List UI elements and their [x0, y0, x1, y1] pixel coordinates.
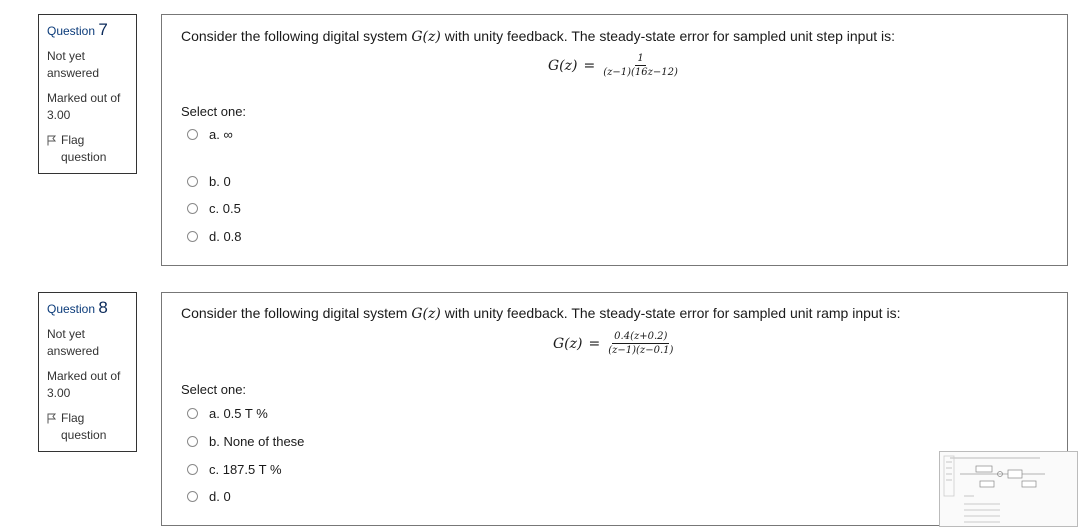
numerator: 1	[635, 53, 646, 66]
question-mark: Marked out of 3.00	[47, 91, 121, 122]
radio-button[interactable]	[187, 408, 198, 419]
select-one-label: Select one:	[181, 382, 247, 397]
question-7-content: Consider the following digital system G(…	[161, 14, 1068, 266]
radio-button[interactable]	[187, 231, 198, 242]
math-symbol: G(z)	[411, 306, 441, 322]
option-label: a. ∞	[209, 127, 233, 142]
option-c[interactable]: c. 0.5	[187, 201, 241, 216]
flag-question-label: Flag question	[61, 411, 107, 442]
option-a[interactable]: a. ∞	[187, 127, 233, 142]
question-status: Not yet answered	[47, 327, 100, 358]
question-8-info: Question 8 Not yet answered Marked out o…	[38, 292, 137, 452]
math-symbol: G(z)	[411, 29, 441, 45]
flag-question-link[interactable]: Flag question	[47, 410, 128, 444]
denominator: (z−1)(z−0.1)	[608, 345, 674, 356]
option-label: c. 0.5	[209, 201, 241, 216]
option-label: b. 0	[209, 174, 231, 189]
question-7-info: Question 7 Not yet answered Marked out o…	[38, 14, 137, 174]
option-a[interactable]: a. 0.5 T %	[187, 406, 268, 421]
radio-button[interactable]	[187, 203, 198, 214]
thumbnail-graphic	[943, 455, 1045, 523]
select-one-label: Select one:	[181, 104, 247, 119]
question-number-value: 7	[98, 20, 108, 39]
transfer-function: G(z) = 1 (z−1)(16z−12)	[548, 53, 680, 78]
question-label: Question	[47, 302, 96, 316]
fraction: 1 (z−1)(16z−12)	[601, 53, 680, 78]
question-status: Not yet answered	[47, 49, 100, 80]
question-text: Consider the following digital system G(…	[181, 305, 901, 322]
radio-button[interactable]	[187, 491, 198, 502]
flag-question-link[interactable]: Flag question	[47, 132, 128, 166]
fraction: 0.4(z+0.2) (z−1)(z−0.1)	[606, 331, 675, 356]
diagram-thumbnail[interactable]	[939, 451, 1078, 527]
option-label: d. 0.8	[209, 229, 242, 244]
radio-button[interactable]	[187, 129, 198, 140]
question-text: Consider the following digital system G(…	[181, 28, 896, 45]
radio-button[interactable]	[187, 176, 198, 187]
option-label: b. None of these	[209, 434, 305, 449]
flag-icon	[47, 135, 57, 146]
radio-button[interactable]	[187, 436, 198, 447]
numerator: 0.4(z+0.2)	[612, 331, 670, 344]
question-number: Question 7	[47, 21, 128, 40]
option-b[interactable]: b. None of these	[187, 434, 304, 449]
option-d[interactable]: d. 0	[187, 489, 231, 504]
flag-icon	[47, 413, 57, 424]
question-number: Question 8	[47, 299, 128, 318]
question-mark: Marked out of 3.00	[47, 369, 121, 400]
denominator: (z−1)(16z−12)	[603, 67, 678, 78]
transfer-function: G(z) = 0.4(z+0.2) (z−1)(z−0.1)	[553, 331, 675, 356]
option-label: a. 0.5 T %	[209, 406, 268, 421]
question-8-content: Consider the following digital system G(…	[161, 292, 1068, 526]
flag-question-label: Flag question	[61, 133, 107, 164]
radio-button[interactable]	[187, 464, 198, 475]
option-c[interactable]: c. 187.5 T %	[187, 462, 282, 477]
option-b[interactable]: b. 0	[187, 174, 231, 189]
option-label: d. 0	[209, 489, 231, 504]
question-label: Question	[47, 24, 96, 38]
option-d[interactable]: d. 0.8	[187, 229, 242, 244]
option-label: c. 187.5 T %	[209, 462, 282, 477]
question-number-value: 8	[98, 298, 108, 317]
